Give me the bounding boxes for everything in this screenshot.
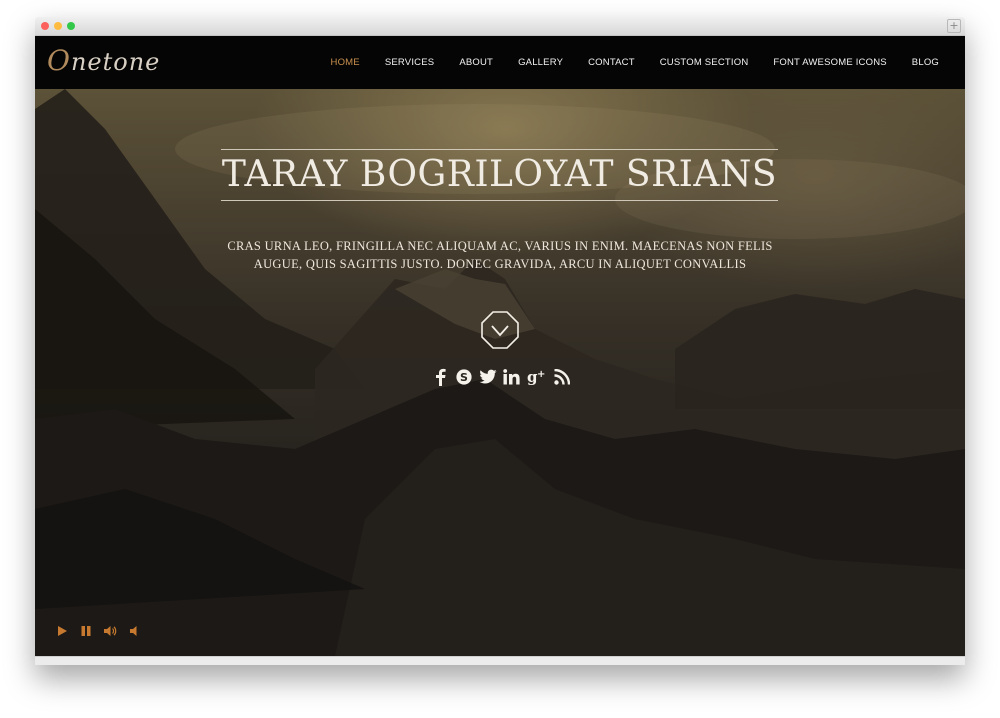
nav-item-custom-section[interactable]: CUSTOM SECTION (660, 57, 749, 68)
nav-item-about[interactable]: ABOUT (459, 57, 493, 68)
skype-icon[interactable]: S (455, 367, 473, 387)
nav-item-services[interactable]: SERVICES (385, 57, 434, 68)
twitter-icon[interactable] (479, 367, 497, 387)
hero-section: TARAY BOGRILOYAT SRIANS CRAS URNA LEO, F… (35, 89, 965, 656)
scroll-down-button[interactable] (481, 311, 519, 349)
browser-titlebar: + (35, 17, 965, 36)
close-window-button[interactable] (41, 22, 49, 30)
nav-item-gallery[interactable]: GALLERY (518, 57, 563, 68)
browser-window: + Onetone HOME SERVICES ABOUT GALLERY CO… (35, 17, 965, 665)
video-controls (55, 623, 141, 639)
svg-text:+: + (537, 369, 545, 380)
site-logo[interactable]: Onetone (47, 44, 160, 77)
google-plus-icon[interactable]: g + (527, 367, 547, 387)
pause-icon[interactable] (79, 624, 93, 638)
zoom-window-button[interactable] (67, 22, 75, 30)
nav-item-blog[interactable]: BLOG (912, 57, 939, 68)
hero-title: TARAY BOGRILOYAT SRIANS (221, 149, 778, 201)
linkedin-icon[interactable] (503, 367, 521, 387)
volume-icon[interactable] (103, 624, 117, 638)
site-header: Onetone HOME SERVICES ABOUT GALLERY CONT… (35, 36, 965, 89)
nav-item-contact[interactable]: CONTACT (588, 57, 635, 68)
hero-subtitle: CRAS URNA LEO, FRINGILLA NEC ALIQUAM AC,… (227, 239, 773, 271)
svg-text:S: S (460, 371, 468, 384)
mute-icon[interactable] (127, 624, 141, 638)
browser-bottom-bar (35, 656, 965, 665)
rss-icon[interactable] (553, 367, 571, 387)
new-tab-icon[interactable]: + (947, 19, 961, 33)
nav-item-home[interactable]: HOME (331, 57, 360, 68)
social-links: S g + (431, 365, 571, 389)
main-nav: HOME SERVICES ABOUT GALLERY CONTACT CUST… (306, 36, 939, 89)
nav-item-font-awesome-icons[interactable]: FONT AWESOME ICONS (773, 57, 886, 68)
logo-initial: O (47, 44, 71, 77)
logo-text: netone (70, 48, 161, 76)
chevron-down-octagon-icon (481, 311, 519, 349)
minimize-window-button[interactable] (54, 22, 62, 30)
play-icon[interactable] (55, 624, 69, 638)
facebook-icon[interactable] (431, 367, 449, 387)
